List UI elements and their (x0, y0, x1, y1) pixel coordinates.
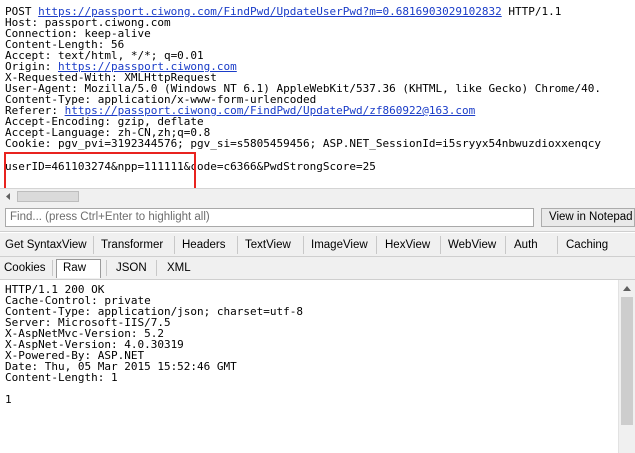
request-text-pane[interactable]: POST https://passport.ciwong.com/FindPwd… (0, 0, 635, 188)
tab-separator (93, 236, 94, 254)
tab-imageview[interactable]: ImageView (311, 233, 368, 257)
highlight-box (4, 152, 196, 188)
find-input[interactable]: Find... (press Ctrl+Enter to highlight a… (5, 208, 534, 227)
horizontal-scrollbar[interactable] (0, 188, 635, 204)
tab-json[interactable]: JSON (116, 257, 147, 279)
tab-separator (557, 236, 558, 254)
tab-separator (52, 260, 53, 276)
tab-textview[interactable]: TextView (245, 233, 291, 257)
response-text-pane[interactable]: HTTP/1.1 200 OK Cache-Control: private Con… (0, 280, 618, 453)
tab-webview[interactable]: WebView (448, 233, 496, 257)
tab-separator (376, 236, 377, 254)
tab-transformer[interactable]: Transformer (101, 233, 163, 257)
response-line: Content-Length: 1 (5, 371, 118, 384)
request-line: Cookie: pgv_pvi=3192344576; pgv_si=s5805… (5, 138, 601, 149)
tab-xml[interactable]: XML (167, 257, 191, 279)
tab-separator (106, 260, 107, 276)
tab-separator (440, 236, 441, 254)
tab-get-syntaxview[interactable]: Get SyntaxView (5, 233, 87, 257)
request-line-text: Cookie: pgv_pvi=3192344576; pgv_si=s5805… (5, 137, 602, 150)
find-bar: Find... (press Ctrl+Enter to highlight a… (0, 204, 635, 232)
tab-cookies[interactable]: Cookies (4, 257, 46, 279)
response-line: 1 (5, 393, 12, 406)
tab-hexview[interactable]: HexView (385, 233, 430, 257)
vertical-scroll-thumb[interactable] (621, 297, 633, 425)
scroll-up-arrow-icon[interactable] (622, 284, 632, 292)
horizontal-scroll-thumb[interactable] (17, 191, 79, 202)
request-line-text: HTTP/1.1 (501, 5, 562, 18)
tab-headers[interactable]: Headers (182, 233, 225, 257)
tab-auth[interactable]: Auth (514, 233, 538, 257)
tab-separator (156, 260, 157, 276)
tab-separator (505, 236, 506, 254)
tab-separator (174, 236, 175, 254)
inspector-tabs: Get SyntaxView Transformer Headers TextView… (0, 233, 635, 257)
vertical-scrollbar[interactable] (618, 280, 635, 453)
tab-separator (237, 236, 238, 254)
view-in-notepad-button[interactable]: View in Notepad (541, 208, 635, 227)
tab-caching[interactable]: Caching (566, 233, 608, 257)
tab-separator (303, 236, 304, 254)
tab-raw[interactable]: Raw (63, 257, 86, 279)
response-view-tabs: Cookies Raw JSON XML (0, 257, 635, 280)
scroll-left-arrow-icon[interactable] (0, 189, 16, 204)
